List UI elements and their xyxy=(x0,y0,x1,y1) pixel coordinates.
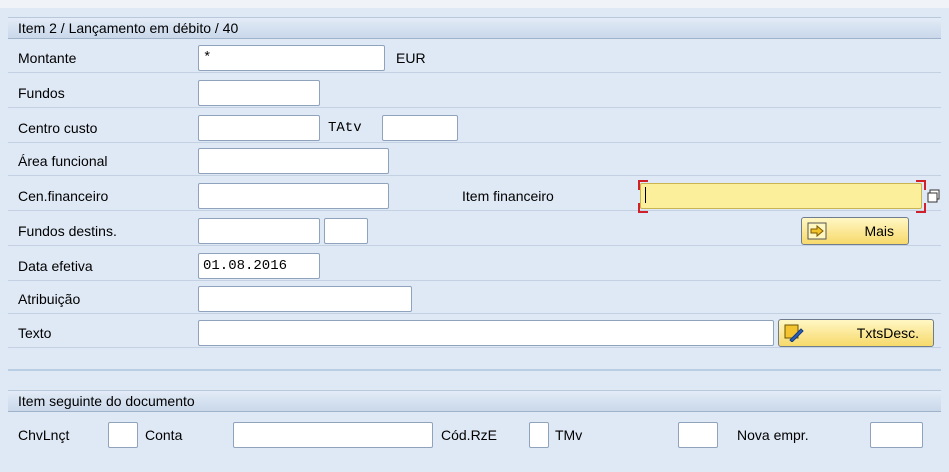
cen-financeiro-label: Cen.financeiro xyxy=(18,188,109,204)
nova-empr-input[interactable] xyxy=(870,422,923,448)
texto-input[interactable] xyxy=(198,320,774,346)
row-fundos: Fundos xyxy=(8,78,941,108)
conta-label: Conta xyxy=(145,427,183,443)
row-next-item: ChvLnçt Conta Cód.RzE TMv Nova empr. xyxy=(8,420,941,450)
row-montante: Montante * EUR xyxy=(8,43,941,73)
row-cen-financeiro: Cen.financeiro Item financeiro xyxy=(8,180,941,213)
tatv-input[interactable] xyxy=(382,115,458,141)
tatv-label: TAtv xyxy=(328,120,362,136)
mais-label: Mais xyxy=(864,223,894,239)
section-header-next-item: Item seguinte do documento xyxy=(8,390,941,412)
chvlnct-label: ChvLnçt xyxy=(18,427,70,443)
section-title: Item 2 / Lançamento em débito / 40 xyxy=(18,20,239,36)
area-funcional-input[interactable] xyxy=(198,148,389,174)
row-data-efetiva: Data efetiva 01.08.2016 xyxy=(8,251,941,281)
row-texto: Texto TxtsDesc. xyxy=(8,318,941,348)
fundos-label: Fundos xyxy=(18,85,65,101)
area-funcional-label: Área funcional xyxy=(18,153,108,169)
atribuicao-label: Atribuição xyxy=(18,291,81,307)
montante-label: Montante xyxy=(18,50,77,66)
fundos-destins-extra-input[interactable] xyxy=(324,218,368,244)
currency-label: EUR xyxy=(396,50,426,66)
cen-financeiro-input[interactable] xyxy=(198,183,389,209)
txtsdesc-label: TxtsDesc. xyxy=(856,325,919,341)
top-strip xyxy=(0,0,949,8)
item-financeiro-input[interactable] xyxy=(640,183,922,209)
search-help-icon[interactable] xyxy=(927,189,941,203)
atribuicao-input[interactable] xyxy=(198,286,412,312)
edit-text-icon xyxy=(784,324,804,342)
focus-marker xyxy=(638,180,648,190)
chvlnct-input[interactable] xyxy=(108,422,138,448)
fundos-input[interactable] xyxy=(198,80,320,106)
section-divider xyxy=(8,369,941,371)
centro-custo-label: Centro custo xyxy=(18,120,98,136)
tmv-input[interactable] xyxy=(678,422,718,448)
tmv-label: TMv xyxy=(555,427,583,443)
row-fundos-destins: Fundos destins. Mais xyxy=(8,216,941,246)
data-efetiva-label: Data efetiva xyxy=(18,258,93,274)
mais-button[interactable]: Mais xyxy=(801,217,909,245)
focus-marker xyxy=(916,180,926,190)
focus-marker xyxy=(638,203,648,213)
item-financeiro-label: Item financeiro xyxy=(462,188,554,204)
row-area-funcional: Área funcional xyxy=(8,146,941,176)
codrze-input[interactable] xyxy=(529,422,549,448)
texto-label: Texto xyxy=(18,325,52,341)
montante-input[interactable]: * xyxy=(198,45,385,71)
txtsdesc-button[interactable]: TxtsDesc. xyxy=(778,319,934,347)
nova-empr-label: Nova empr. xyxy=(737,427,809,443)
conta-input[interactable] xyxy=(233,422,433,448)
codrze-label: Cód.RzE xyxy=(441,427,498,443)
section-title-next: Item seguinte do documento xyxy=(18,393,195,409)
section-header-item: Item 2 / Lançamento em débito / 40 xyxy=(8,17,941,39)
row-atribuicao: Atribuição xyxy=(8,284,941,314)
centro-custo-input[interactable] xyxy=(198,115,320,141)
arrow-right-icon xyxy=(807,222,827,240)
data-efetiva-input[interactable]: 01.08.2016 xyxy=(198,253,320,279)
fundos-destins-label: Fundos destins. xyxy=(18,223,117,239)
row-centro-custo: Centro custo TAtv xyxy=(8,113,941,143)
fundos-destins-input[interactable] xyxy=(198,218,320,244)
focus-marker xyxy=(916,203,926,213)
